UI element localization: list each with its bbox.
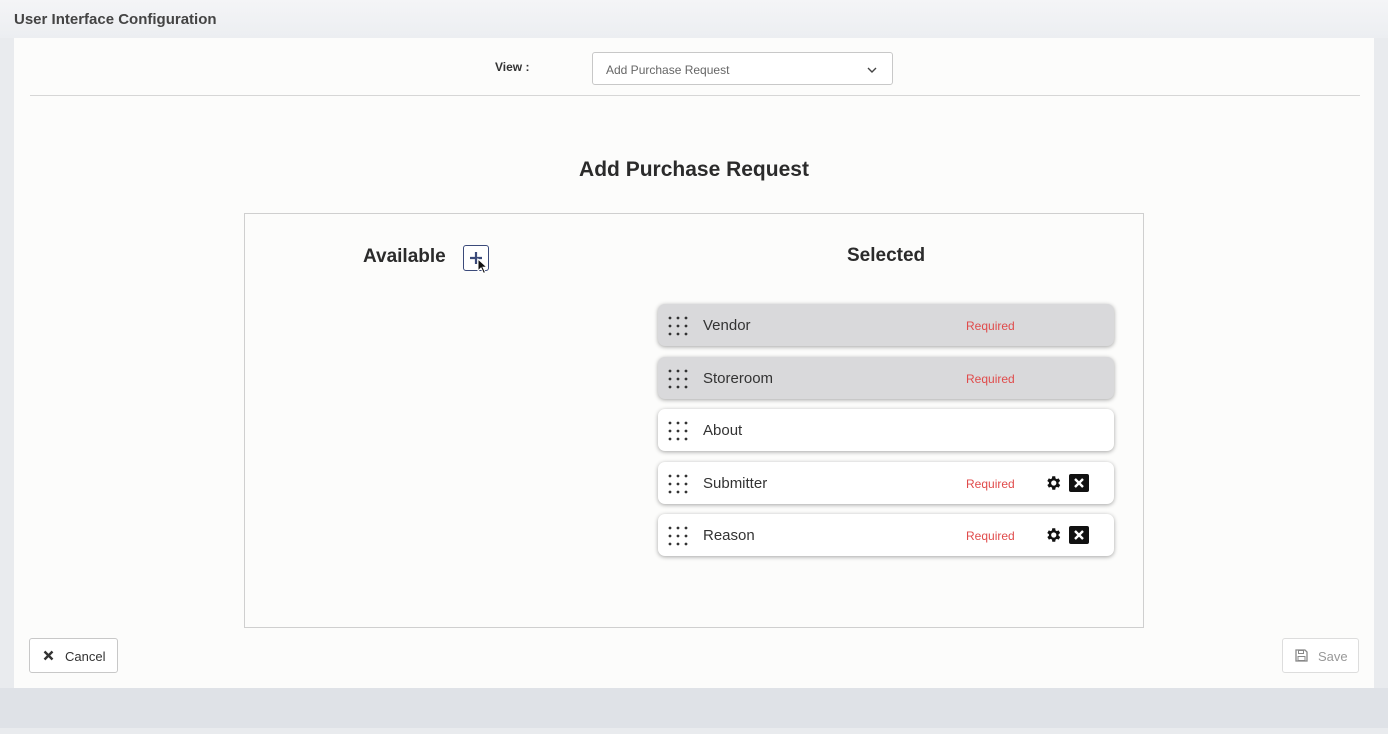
cancel-label: Cancel — [65, 649, 106, 664]
save-label: Save — [1318, 649, 1348, 664]
divider — [30, 95, 1360, 96]
drag-handle-icon[interactable] — [668, 474, 688, 494]
field-label: Vendor — [703, 317, 751, 334]
cancel-button[interactable]: Cancel — [29, 638, 118, 673]
field-row-about[interactable]: About — [658, 409, 1114, 451]
close-icon — [43, 650, 54, 661]
gear-icon[interactable] — [1044, 474, 1062, 492]
field-row-submitter[interactable]: Submitter Required — [658, 461, 1114, 504]
selected-field-list: Vendor Required Storeroom Required About — [658, 304, 1114, 567]
page-title: User Interface Configuration — [14, 11, 217, 28]
config-card: View : Add Purchase Request Add Purchase… — [14, 38, 1374, 688]
remove-field-icon[interactable] — [1069, 473, 1089, 492]
view-label: View : — [495, 60, 530, 74]
available-heading: Available — [363, 246, 446, 267]
footer-strip — [0, 688, 1388, 728]
field-label: About — [703, 422, 743, 439]
required-badge: Required — [966, 476, 1015, 491]
gear-icon[interactable] — [1044, 526, 1062, 544]
required-badge: Required — [966, 319, 1015, 333]
field-label: Reason — [703, 527, 755, 544]
mouse-cursor-icon — [477, 258, 489, 275]
required-badge: Required — [966, 529, 1015, 543]
selected-heading: Selected — [847, 245, 926, 266]
field-row-reason[interactable]: Reason Required — [658, 514, 1114, 556]
drag-handle-icon[interactable] — [668, 421, 688, 441]
section-title: Add Purchase Request — [579, 158, 809, 181]
chevron-down-icon — [867, 67, 877, 73]
field-label: Submitter — [703, 474, 768, 492]
save-icon — [1295, 649, 1308, 662]
save-button[interactable]: Save — [1282, 638, 1359, 673]
drag-handle-icon[interactable] — [668, 369, 688, 389]
drag-handle-icon[interactable] — [668, 526, 688, 546]
view-select-value: Add Purchase Request — [606, 63, 730, 77]
field-config-panel: Available Selected Vendor Required Store… — [244, 213, 1144, 628]
field-label: Storeroom — [703, 369, 774, 387]
view-select[interactable]: Add Purchase Request — [592, 52, 893, 85]
field-row-vendor[interactable]: Vendor Required — [658, 304, 1114, 346]
field-row-storeroom[interactable]: Storeroom Required — [658, 356, 1114, 399]
required-badge: Required — [966, 371, 1015, 386]
page-header: User Interface Configuration — [0, 0, 1388, 38]
remove-field-icon[interactable] — [1069, 526, 1089, 544]
drag-handle-icon[interactable] — [668, 316, 688, 336]
